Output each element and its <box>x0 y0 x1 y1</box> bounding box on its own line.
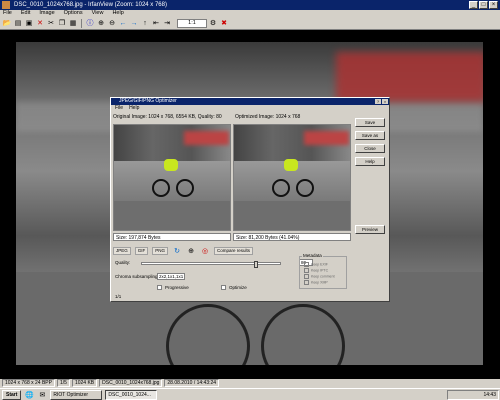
menu-image[interactable]: Image <box>39 10 54 17</box>
copy-icon[interactable]: ❐ <box>57 18 67 28</box>
quality-label: Quality: <box>115 260 131 265</box>
menu-file[interactable]: File <box>3 10 12 17</box>
slideshow-icon[interactable]: ▤ <box>13 18 23 28</box>
window-title: DSC_0010_1024x768.jpg - IrfanView (Zoom:… <box>14 2 167 8</box>
first-icon[interactable]: ⇤ <box>151 18 161 28</box>
info-icon[interactable]: ⓘ <box>85 18 95 28</box>
rotate-icon[interactable]: ↻ <box>172 246 182 256</box>
subsampling-label: Chroma subsampling: <box>115 274 159 279</box>
settings-icon[interactable]: ⚙ <box>208 18 218 28</box>
zoom-icon[interactable]: ⊕ <box>186 246 196 256</box>
last-icon[interactable]: ⇥ <box>162 18 172 28</box>
cut-icon[interactable]: ✂ <box>46 18 56 28</box>
dialog-menu: File Help <box>111 105 389 112</box>
close-dialog-button[interactable]: Close <box>355 144 385 153</box>
up-icon[interactable]: ↑ <box>140 18 150 28</box>
quality-slider[interactable] <box>141 261 281 268</box>
page-indicator: 1/1 <box>115 294 122 299</box>
app-icon <box>2 1 10 9</box>
optimize-label: Optimize <box>229 285 247 290</box>
metadata-group-title: Metadata <box>302 253 323 258</box>
progressive-checkbox[interactable] <box>157 285 162 290</box>
minimize-button[interactable]: _ <box>469 1 478 9</box>
dialog-menu-help[interactable]: Help <box>129 105 139 112</box>
preview-button[interactable]: Preview <box>355 225 385 234</box>
taskbar-task[interactable]: RIOT Optimizer <box>50 389 103 400</box>
original-size: Size: 197,874 Bytes <box>113 233 231 241</box>
optimized-preview <box>233 124 351 231</box>
prev-icon[interactable]: ← <box>118 18 128 28</box>
compare-button[interactable]: Compare results <box>214 246 254 255</box>
quality-row: Quality: <box>115 260 295 268</box>
main-toolbar: 📂 ▤ ▣ ✕ ✂ ❐ ▦ ⓘ ⊕ ⊖ ← → ↑ ⇤ ⇥ 1:1 ⚙ ✖ <box>0 17 500 30</box>
system-tray-clock: 14:43 <box>447 390 499 400</box>
help-icon[interactable]: ? <box>375 99 381 104</box>
subsampling-select[interactable]: 2x2,1x1,1x1 <box>157 273 185 280</box>
tab-gif[interactable]: GIF <box>134 246 149 255</box>
taskbar-task-active[interactable]: DSC_0010_1024... <box>105 389 158 400</box>
progressive-label: Progressive <box>165 285 189 290</box>
optimized-label: Optimized Image: 1024 x 768 <box>235 114 301 120</box>
optimize-checkbox[interactable] <box>221 285 226 290</box>
optimized-size: Size: 81,200 Bytes (41.04%) <box>233 233 351 241</box>
save-icon[interactable]: ▣ <box>24 18 34 28</box>
status-date: 28.08.2010 / 14:43:24 <box>164 379 220 387</box>
fit-icon[interactable]: ◎ <box>200 246 210 256</box>
dialog-title: JPEG/GIF/PNG Optimizer <box>119 98 177 104</box>
menu-edit[interactable]: Edit <box>21 10 30 17</box>
tab-png[interactable]: PNG <box>152 246 169 255</box>
menu-help[interactable]: Help <box>112 10 123 17</box>
zoom-in-icon[interactable]: ⊕ <box>96 18 106 28</box>
original-label: Original Image: 1024 x 768, 6554 KB, Qua… <box>113 114 222 120</box>
help-button[interactable]: Help <box>355 157 385 166</box>
quality-slider-thumb[interactable] <box>254 261 258 268</box>
keep-exif-checkbox[interactable]: Keep EXIF <box>304 262 344 266</box>
exit-icon[interactable]: ✖ <box>219 18 229 28</box>
close-button[interactable]: × <box>489 1 498 9</box>
toolbar-separator <box>81 18 84 28</box>
keep-comment-checkbox[interactable]: Keep comment <box>304 274 344 278</box>
dialog-menu-file[interactable]: File <box>115 105 123 112</box>
keep-xmp-checkbox[interactable]: Keep XMP <box>304 280 344 284</box>
status-index: 1/5 <box>56 379 70 387</box>
original-preview <box>113 124 231 231</box>
keep-iptc-checkbox[interactable]: Keep IPTC <box>304 268 344 272</box>
menu-bar: File Edit Image Options View Help <box>0 10 500 17</box>
delete-icon[interactable]: ✕ <box>35 18 45 28</box>
red-awning <box>336 52 483 102</box>
maximize-button[interactable]: □ <box>479 1 488 9</box>
quicklaunch-icon[interactable]: 🌐 <box>24 390 34 400</box>
status-filename: DSC_0010_1024x768.jpg <box>99 379 163 387</box>
next-icon[interactable]: → <box>129 18 139 28</box>
start-button[interactable]: Start <box>2 389 22 400</box>
save-button[interactable]: Save <box>355 118 385 127</box>
window-titlebar: DSC_0010_1024x768.jpg - IrfanView (Zoom:… <box>0 0 500 10</box>
open-icon[interactable]: 📂 <box>2 18 12 28</box>
status-bar: 1024 x 768 x 24 BPP 1/5 1024 KB DSC_0010… <box>0 379 500 388</box>
taskbar: Start 🌐 ✉ RIOT Optimizer DSC_0010_1024..… <box>0 388 500 400</box>
status-dimensions: 1024 x 768 x 24 BPP <box>2 379 55 387</box>
dialog-titlebar: JPEG/GIF/PNG Optimizer ? × <box>111 98 389 105</box>
status-filesize: 1024 KB <box>71 379 98 387</box>
paste-icon[interactable]: ▦ <box>68 18 78 28</box>
dialog-close-button[interactable]: × <box>382 99 388 104</box>
metadata-group: Metadata Keep EXIF Keep IPTC Keep commen… <box>299 253 347 289</box>
menu-view[interactable]: View <box>92 10 104 17</box>
tab-jpeg[interactable]: JPEG <box>113 246 131 255</box>
menu-options[interactable]: Options <box>64 10 83 17</box>
save-as-button[interactable]: Save as <box>355 131 385 140</box>
optimizer-dialog: JPEG/GIF/PNG Optimizer ? × File Help Ori… <box>110 97 390 302</box>
quicklaunch-icon[interactable]: ✉ <box>37 390 47 400</box>
zoom-out-icon[interactable]: ⊖ <box>107 18 117 28</box>
zoom-field[interactable]: 1:1 <box>177 18 207 28</box>
